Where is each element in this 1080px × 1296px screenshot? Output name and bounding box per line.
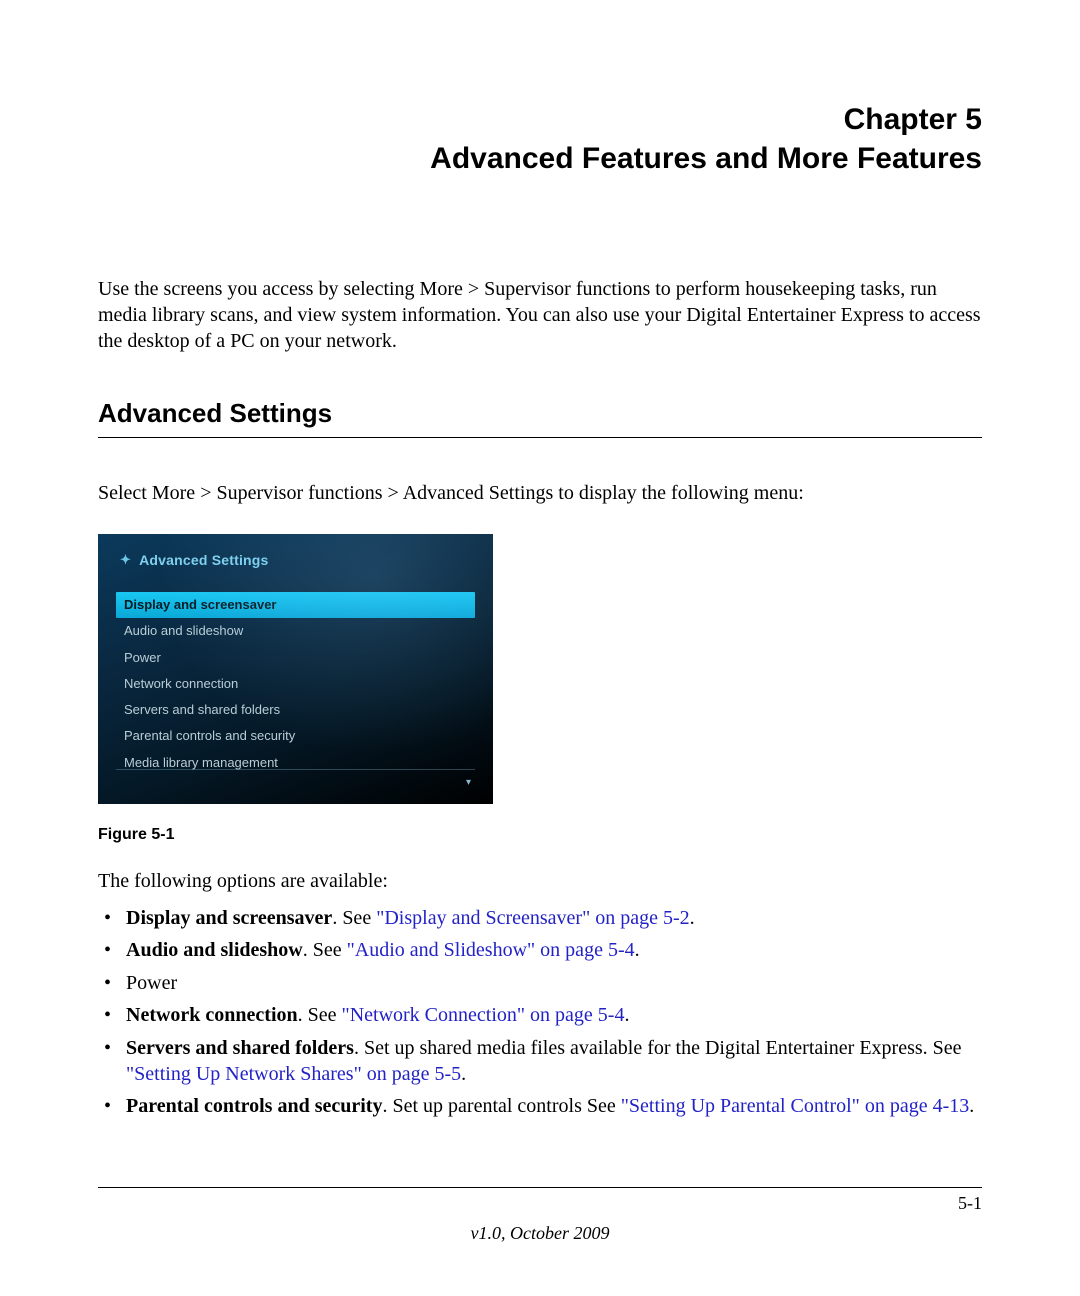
options-list: Display and screensaver. See "Display an… <box>98 905 982 1120</box>
advanced-settings-screenshot: ✦ Advanced Settings Display and screensa… <box>98 534 493 804</box>
option-tail: . <box>690 907 695 929</box>
option-link[interactable]: "Network Connection" on page 5-4 <box>342 1004 625 1026</box>
chapter-heading: Chapter 5 Advanced Features and More Fea… <box>98 100 982 178</box>
option-plain: . Set up parental controls See <box>382 1095 620 1117</box>
options-intro: The following options are available: <box>98 870 982 893</box>
option-tail: . <box>969 1095 974 1117</box>
menu-divider <box>116 769 475 770</box>
screenshot-header: ✦ Advanced Settings <box>98 534 493 592</box>
option-plain: . See <box>332 907 376 929</box>
option-bold: Audio and slideshow <box>126 939 303 961</box>
option-tail: . <box>635 939 640 961</box>
option-power: Power <box>98 970 982 996</box>
option-tail: . <box>624 1004 629 1026</box>
option-network-connection: Network connection. See "Network Connect… <box>98 1002 982 1028</box>
option-bold: Network connection <box>126 1004 298 1026</box>
page-number: 5-1 <box>958 1193 982 1214</box>
menu-item-power: Power <box>116 645 475 671</box>
option-audio-slideshow: Audio and slideshow. See "Audio and Slid… <box>98 937 982 963</box>
menu-item-network-connection: Network connection <box>116 671 475 697</box>
option-parental-controls: Parental controls and security. Set up p… <box>98 1093 982 1119</box>
menu-item-audio-slideshow: Audio and slideshow <box>116 618 475 644</box>
footer-version: v1.0, October 2009 <box>0 1223 1080 1244</box>
option-bold: Display and screensaver <box>126 907 332 929</box>
menu-item-parental-controls: Parental controls and security <box>116 723 475 749</box>
intro-paragraph: Use the screens you access by selecting … <box>98 276 982 354</box>
option-plain: . See <box>303 939 347 961</box>
menu-item-media-library: Media library management <box>116 750 475 776</box>
option-servers-shared-folders: Servers and shared folders. Set up share… <box>98 1035 982 1088</box>
option-link[interactable]: "Setting Up Parental Control" on page 4-… <box>621 1095 970 1117</box>
option-bold: Parental controls and security <box>126 1095 382 1117</box>
chapter-line2: Advanced Features and More Features <box>430 142 982 175</box>
footer-rule <box>98 1187 982 1188</box>
back-arrow-icon: ✦ <box>120 552 131 568</box>
section-intro: Select More > Supervisor functions > Adv… <box>98 480 982 506</box>
option-link[interactable]: "Setting Up Network Shares" on page 5-5 <box>126 1063 461 1085</box>
option-plain: Power <box>126 972 177 994</box>
section-heading: Advanced Settings <box>98 398 982 438</box>
screenshot-menu: Display and screensaver Audio and slides… <box>98 592 493 776</box>
screenshot-title: Advanced Settings <box>139 552 268 568</box>
option-plain: . See <box>298 1004 342 1026</box>
option-plain: . Set up shared media files available fo… <box>354 1037 962 1059</box>
figure-caption: Figure 5-1 <box>98 826 982 844</box>
scroll-down-icon: ▾ <box>466 777 471 788</box>
option-tail: . <box>461 1063 466 1085</box>
chapter-line1: Chapter 5 <box>844 103 982 136</box>
option-bold: Servers and shared folders <box>126 1037 354 1059</box>
menu-item-display-screensaver: Display and screensaver <box>116 592 475 618</box>
option-link[interactable]: "Display and Screensaver" on page 5-2 <box>376 907 689 929</box>
menu-item-servers-shared-folders: Servers and shared folders <box>116 697 475 723</box>
option-link[interactable]: "Audio and Slideshow" on page 5-4 <box>347 939 635 961</box>
option-display-screensaver: Display and screensaver. See "Display an… <box>98 905 982 931</box>
